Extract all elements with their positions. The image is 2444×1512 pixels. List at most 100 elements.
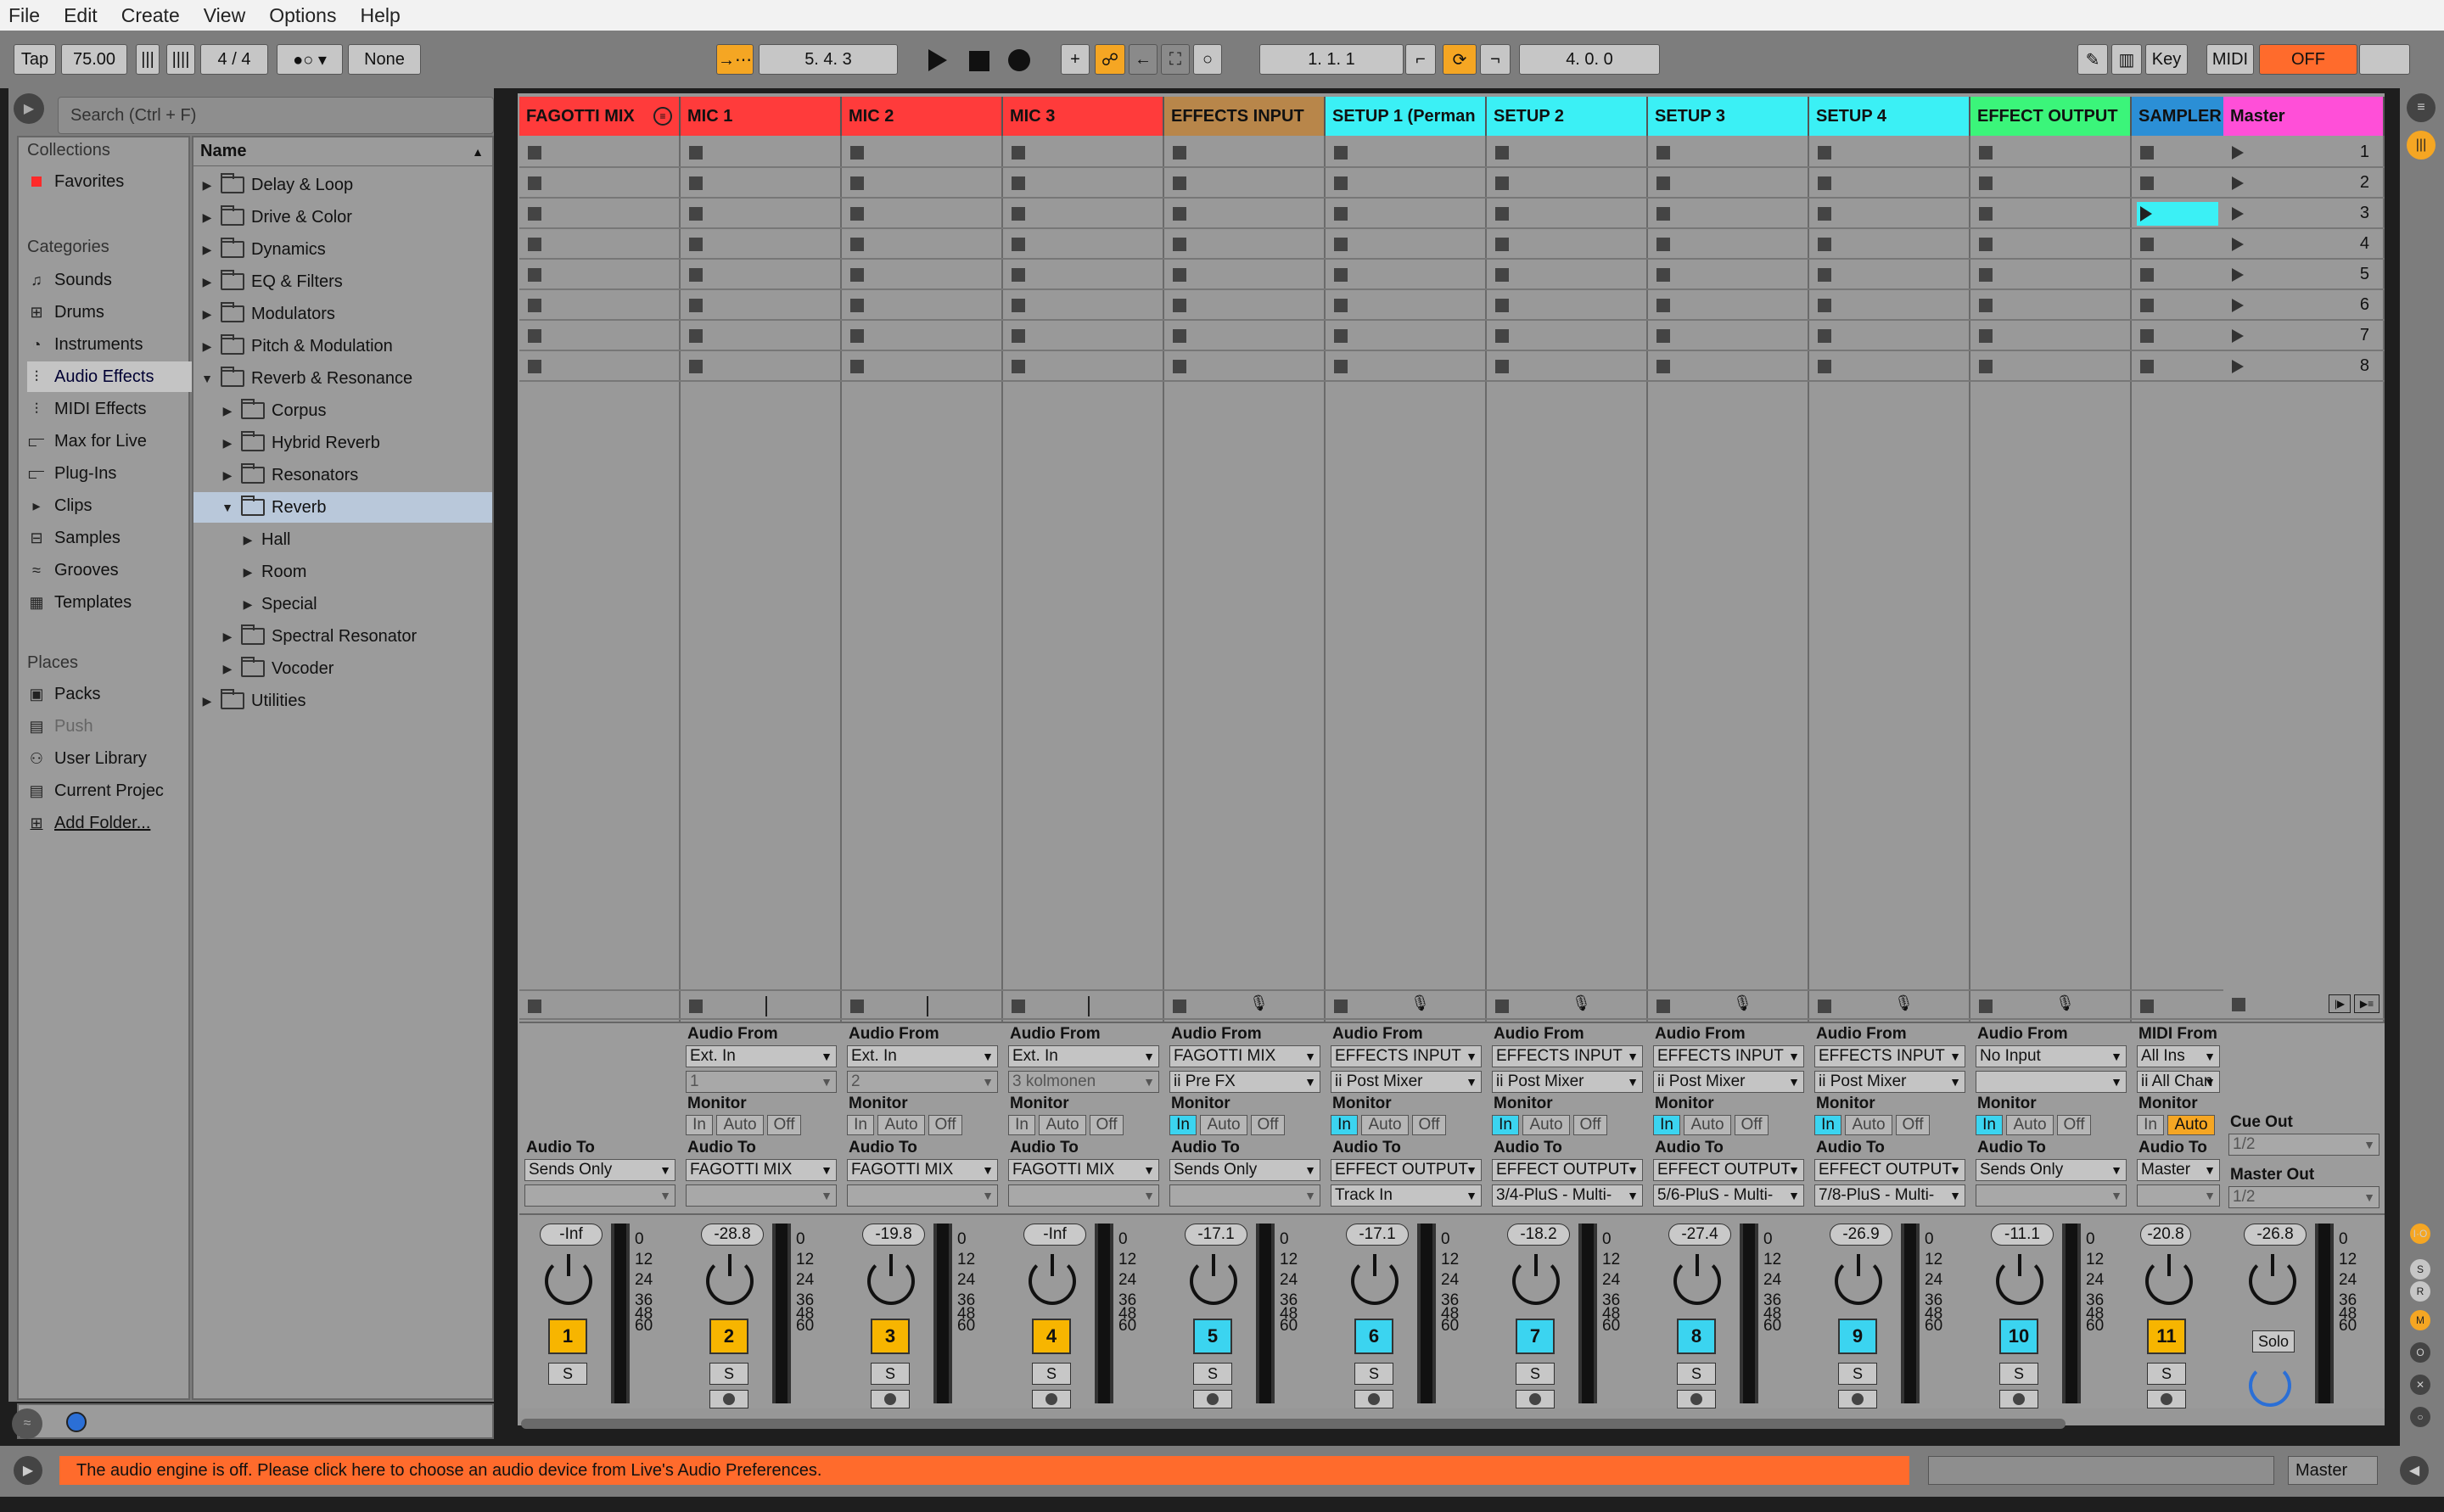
audio-from-dropdown[interactable]: Ext. In xyxy=(847,1045,998,1067)
stop-icon[interactable] xyxy=(969,51,989,71)
audio-from-dropdown[interactable]: EFFECTS INPUT xyxy=(1653,1045,1804,1067)
draw-mode-icon[interactable]: ✎ xyxy=(2077,44,2108,75)
capture-icon[interactable]: ⛶ xyxy=(1161,44,1190,75)
track-header[interactable]: MIC 1 xyxy=(681,97,842,136)
pan-knob-icon[interactable] xyxy=(545,1254,592,1305)
groove-pool-icon[interactable]: ≈ xyxy=(12,1408,42,1439)
collapsed-arrow-icon[interactable]: ▶ xyxy=(200,694,214,708)
audio-from-channel-dropdown[interactable] xyxy=(1976,1071,2127,1093)
audio-to-channel-dropdown[interactable]: 3/4-PluS - Multi- xyxy=(1492,1184,1643,1207)
solo-button[interactable]: S xyxy=(1516,1363,1555,1385)
menu-file[interactable]: File xyxy=(8,4,40,27)
clip-slot[interactable] xyxy=(1003,260,1164,290)
clip-stop-row[interactable] xyxy=(2132,989,2225,1020)
clip-slot[interactable] xyxy=(1003,137,1164,168)
sidebar-item-grooves[interactable]: ≈ Grooves xyxy=(27,555,193,585)
clip-stop-row[interactable] xyxy=(1003,989,1164,1020)
clip-slot[interactable] xyxy=(519,199,681,229)
clip-slot[interactable] xyxy=(519,168,681,199)
detail-view-selector[interactable]: Master xyxy=(2288,1456,2378,1485)
clip-slot[interactable] xyxy=(681,199,842,229)
clip-slot[interactable] xyxy=(1487,229,1648,260)
audio-from-channel-dropdown[interactable]: ii Post Mixer xyxy=(1331,1071,1482,1093)
clip-stop-icon[interactable] xyxy=(1173,146,1186,160)
clip-slot[interactable] xyxy=(1164,199,1326,229)
place-item-current-projec[interactable]: ▤ Current Projec xyxy=(27,776,193,806)
arm-button[interactable] xyxy=(1838,1390,1877,1408)
clip-stop-icon[interactable] xyxy=(850,207,864,221)
stop-all-icon[interactable] xyxy=(850,1000,864,1013)
clip-stop-icon[interactable] xyxy=(1979,299,1993,312)
stop-all-icon[interactable] xyxy=(689,1000,703,1013)
clip-slot[interactable] xyxy=(1326,168,1487,199)
mic-icon[interactable]: 🎙 xyxy=(1249,994,1269,1012)
collapsed-arrow-icon[interactable]: ▶ xyxy=(221,630,234,644)
clip-stop-row[interactable]: 🎙 xyxy=(1970,989,2132,1020)
sends-toggle-icon[interactable]: S xyxy=(2410,1259,2430,1280)
clip-slot[interactable] xyxy=(1326,260,1487,290)
clip-stop-icon[interactable] xyxy=(1656,207,1670,221)
clip-slot[interactable] xyxy=(1487,260,1648,290)
key-map-button[interactable]: Key xyxy=(2145,44,2188,75)
clip-stop-icon[interactable] xyxy=(850,238,864,251)
preview-icon[interactable] xyxy=(66,1412,87,1432)
io-toggle-icon[interactable]: I·O xyxy=(2410,1224,2430,1244)
sidebar-item-clips[interactable]: ▸ Clips xyxy=(27,490,193,521)
track-activator-button[interactable]: 4 xyxy=(1032,1319,1071,1354)
track-header[interactable]: MIC 2 xyxy=(842,97,1003,136)
clip-slot[interactable] xyxy=(1003,229,1164,260)
clip-stop-icon[interactable] xyxy=(1495,268,1509,282)
clip-stop-icon[interactable] xyxy=(1979,329,1993,343)
clip-stop-row[interactable]: 🎙 xyxy=(1809,989,1970,1020)
volume-field[interactable]: -17.1 xyxy=(1185,1224,1247,1246)
record-icon[interactable] xyxy=(1008,49,1030,71)
track-activator-button[interactable]: 7 xyxy=(1516,1319,1555,1354)
clip-stop-icon[interactable] xyxy=(1495,299,1509,312)
monitor-in-button[interactable]: In xyxy=(1008,1115,1035,1135)
solo-button[interactable]: S xyxy=(1838,1363,1877,1385)
clip-slot[interactable] xyxy=(1003,321,1164,351)
clip-slot[interactable] xyxy=(2132,229,2225,260)
clip-stop-icon[interactable] xyxy=(1334,146,1348,160)
clip-slot[interactable] xyxy=(1648,260,1809,290)
master-header[interactable]: Master xyxy=(2223,97,2385,136)
mic-icon[interactable]: 🎙 xyxy=(1894,994,1914,1012)
stop-all-icon[interactable] xyxy=(1012,1000,1025,1013)
preview-volume-knob-icon[interactable] xyxy=(2249,1364,2291,1407)
volume-field[interactable]: -27.4 xyxy=(1668,1224,1731,1246)
arm-button[interactable] xyxy=(1193,1390,1232,1408)
collapsed-arrow-icon[interactable]: ▶ xyxy=(241,533,255,547)
time-signature-field[interactable]: 4 / 4 xyxy=(200,44,268,75)
mic-icon[interactable]: 🎙 xyxy=(1410,994,1430,1012)
audio-from-dropdown[interactable]: EFFECTS INPUT xyxy=(1492,1045,1643,1067)
volume-field[interactable]: -20.8 xyxy=(2140,1224,2191,1246)
clip-slot[interactable] xyxy=(1487,290,1648,321)
sidebar-item-samples[interactable]: ⊟ Samples xyxy=(27,523,193,553)
clip-stop-row[interactable]: 🎙 xyxy=(1487,989,1648,1020)
clip-stop-icon[interactable] xyxy=(1012,146,1025,160)
expanded-arrow-icon[interactable]: ▼ xyxy=(200,372,214,385)
track-activator-button[interactable]: 8 xyxy=(1677,1319,1716,1354)
clip-slot[interactable] xyxy=(1648,168,1809,199)
audio-to-dropdown[interactable]: EFFECT OUTPUT xyxy=(1814,1159,1965,1181)
clip-stop-icon[interactable] xyxy=(1979,268,1993,282)
clip-slot[interactable] xyxy=(1003,351,1164,382)
stop-all-icon[interactable] xyxy=(1173,1000,1186,1013)
cpu-meter[interactable]: OFF xyxy=(2259,44,2357,75)
volume-field[interactable]: -Inf xyxy=(1023,1224,1086,1246)
mic-icon[interactable]: 🎙 xyxy=(1572,994,1591,1012)
browser-item-pitch-modulation[interactable]: ▶ Pitch & Modulation xyxy=(193,331,492,361)
audio-from-dropdown[interactable]: FAGOTTI MIX xyxy=(1169,1045,1320,1067)
clip-stop-icon[interactable] xyxy=(1818,329,1831,343)
clip-stop-icon[interactable] xyxy=(850,299,864,312)
clip-slot[interactable] xyxy=(1164,351,1326,382)
scene-play-icon[interactable] xyxy=(2232,238,2244,251)
arm-button[interactable] xyxy=(1516,1390,1555,1408)
clip-stop-icon[interactable] xyxy=(689,146,703,160)
clip-stop-icon[interactable] xyxy=(1334,268,1348,282)
track-header[interactable]: SETUP 3 xyxy=(1648,97,1809,136)
clip-stop-icon[interactable] xyxy=(850,268,864,282)
clip-slot[interactable] xyxy=(1809,168,1970,199)
quantize-dropdown[interactable]: None xyxy=(348,44,421,75)
clip-slot[interactable] xyxy=(1326,351,1487,382)
